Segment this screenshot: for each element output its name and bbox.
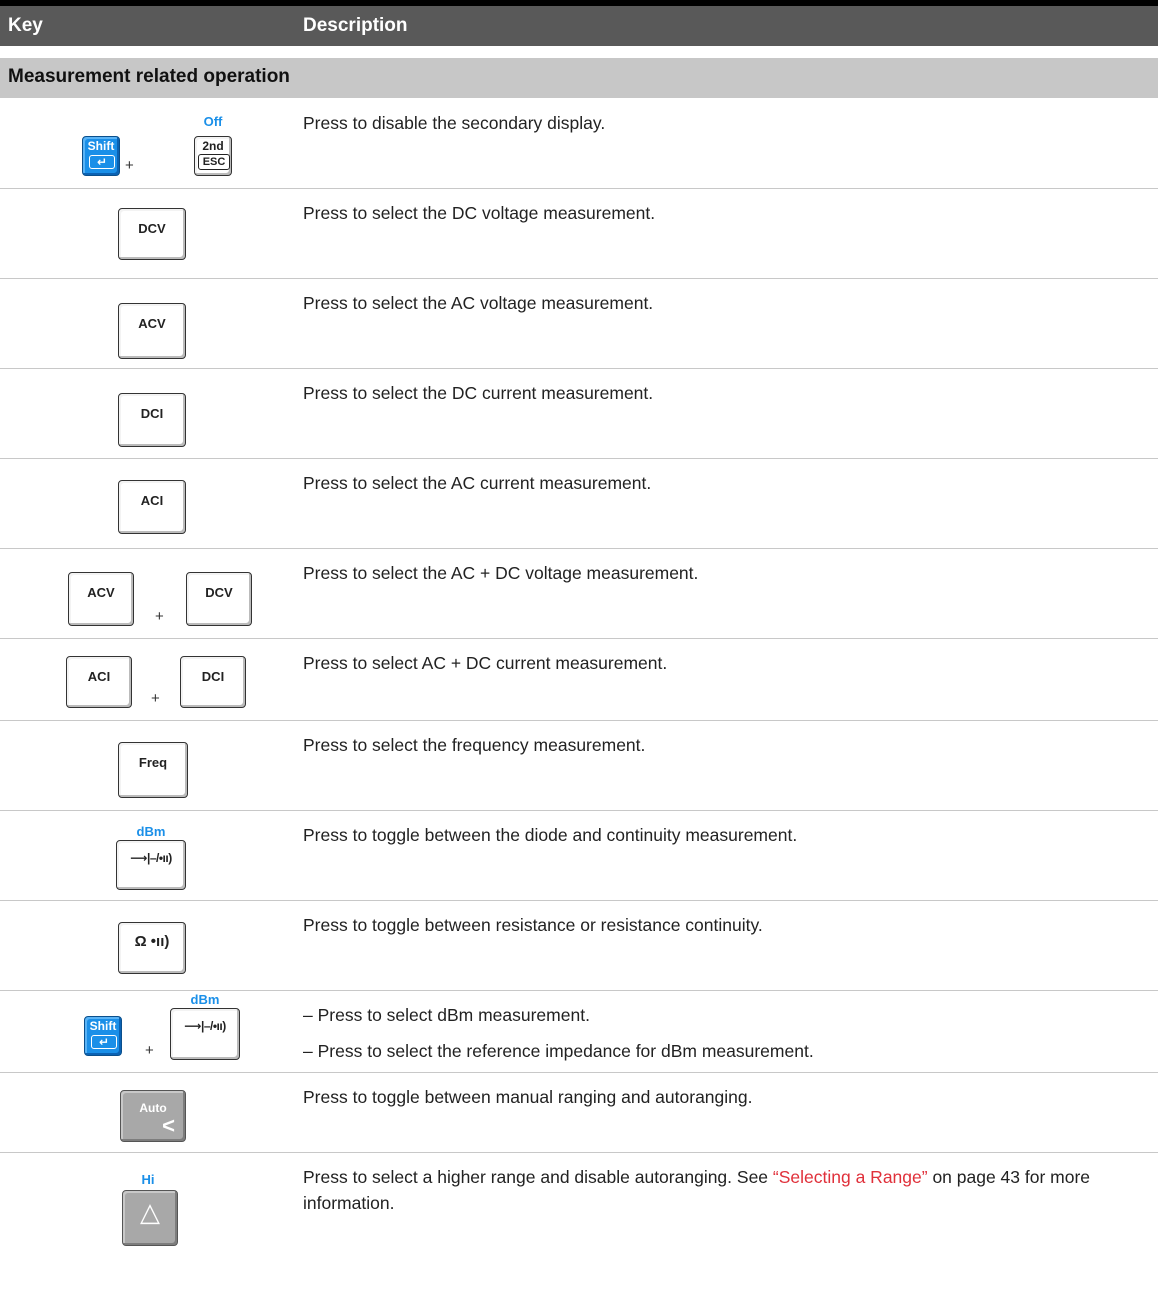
plus-sign: +	[151, 690, 160, 707]
table-header: Key Description	[0, 6, 1158, 46]
row-description: Press to select the AC voltage measureme…	[303, 293, 654, 313]
key-cell: Hi △	[0, 1152, 290, 1274]
resistance-key[interactable]: Ω •ıı)	[118, 922, 186, 974]
shift-key-label: Shift	[87, 139, 115, 153]
key-cell: ACV	[0, 278, 290, 368]
dci-key[interactable]: DCI	[118, 393, 186, 447]
row-description: Press to disable the secondary display.	[303, 113, 606, 133]
table-row: ACI Press to select the AC current measu…	[0, 458, 1158, 549]
freq-key-label: Freq	[138, 755, 168, 770]
dci-key-label: DCI	[140, 406, 164, 421]
key-cell: Auto <	[0, 1072, 290, 1152]
diode-continuity-icon: ⟶|–/•ıı)	[184, 1019, 226, 1033]
dcv-key-label: DCV	[138, 221, 166, 236]
row-description: Press to select the DC voltage measureme…	[303, 203, 656, 223]
second-key-label: 2nd	[202, 139, 224, 153]
table-row: ACI + DCI Press to select AC + DC curren…	[0, 638, 1158, 721]
acv-key[interactable]: ACV	[68, 572, 134, 626]
triangle-up-icon: △	[140, 1197, 160, 1227]
range-up-key[interactable]: △	[122, 1190, 178, 1246]
shift-key[interactable]: Shift ↵	[84, 1016, 122, 1056]
esc-key-label: ESC	[198, 154, 230, 170]
dbm-label: dBm	[136, 824, 166, 839]
key-cell: Shift ↵ + Off 2nd ESC	[0, 98, 290, 188]
key-cell: Ω •ıı)	[0, 900, 290, 990]
list-item: Press to select the reference impedance …	[303, 1038, 1143, 1064]
dbm-label: dBm	[190, 992, 220, 1007]
auto-range-key[interactable]: Auto <	[120, 1090, 186, 1142]
dci-key[interactable]: DCI	[180, 656, 246, 708]
description-column-header: Description	[303, 15, 408, 36]
hi-label: Hi	[141, 1172, 155, 1187]
ohm-continuity-icon: Ω •ıı)	[134, 933, 170, 950]
key-cell: Freq	[0, 720, 290, 810]
key-cell: Shift ↵ + dBm ⟶|–/•ıı)	[0, 990, 290, 1072]
table-row: Shift ↵ + dBm ⟶|–/•ıı) Press to select d…	[0, 990, 1158, 1073]
section-header: Measurement related operation	[0, 58, 1158, 98]
row-description: Press to toggle between manual ranging a…	[303, 1087, 753, 1107]
section-title: Measurement related operation	[8, 66, 290, 87]
diode-continuity-key[interactable]: ⟶|–/•ıı)	[116, 840, 186, 890]
list-item: Press to select dBm measurement.	[303, 1002, 1143, 1028]
row-description: Press to toggle between the diode and co…	[303, 825, 798, 845]
selecting-a-range-link[interactable]: “Selecting a Range”	[773, 1167, 928, 1187]
key-cell: DCI	[0, 368, 290, 458]
table-row: Auto < Press to toggle between manual ra…	[0, 1072, 1158, 1153]
table-row: Shift ↵ + Off 2nd ESC Press to disable t…	[0, 98, 1158, 189]
acv-key-label: ACV	[87, 585, 115, 600]
desc-text: Press to select a higher range and disab…	[303, 1167, 773, 1187]
key-cell: ACV + DCV	[0, 548, 290, 638]
shift-key-label: Shift	[89, 1019, 117, 1033]
row-description: Press to select the AC + DC voltage meas…	[303, 563, 699, 583]
aci-key[interactable]: ACI	[118, 480, 186, 534]
table-row: ACV + DCV Press to select the AC + DC vo…	[0, 548, 1158, 639]
second-esc-key[interactable]: 2nd ESC	[194, 136, 232, 176]
aci-key-label: ACI	[87, 669, 111, 684]
row-description: Press to select a higher range and disab…	[303, 1164, 1143, 1216]
table-row: DCI Press to select the DC current measu…	[0, 368, 1158, 459]
left-arrow-icon: <	[162, 1113, 175, 1138]
row-description: Press to select AC + DC current measurem…	[303, 653, 668, 673]
dcv-key[interactable]: DCV	[186, 572, 252, 626]
enter-icon: ↵	[89, 155, 115, 169]
table-row: Ω •ıı) Press to toggle between resistanc…	[0, 900, 1158, 991]
plus-sign: +	[125, 157, 134, 174]
key-cell: DCV	[0, 188, 290, 278]
key-cell: dBm ⟶|–/•ıı)	[0, 810, 290, 900]
plus-sign: +	[145, 1042, 154, 1059]
enter-icon: ↵	[91, 1035, 117, 1049]
row-description: Press to toggle between resistance or re…	[303, 915, 763, 935]
shift-key[interactable]: Shift ↵	[82, 136, 120, 176]
plus-sign: +	[155, 608, 164, 625]
row-description: Press to select the DC current measureme…	[303, 383, 654, 403]
key-cell: ACI + DCI	[0, 638, 290, 720]
row-description: Press to select the frequency measuremen…	[303, 735, 646, 755]
off-label: Off	[203, 114, 223, 129]
dci-key-label: DCI	[201, 669, 225, 684]
dcv-key[interactable]: DCV	[118, 208, 186, 260]
diode-continuity-key[interactable]: ⟶|–/•ıı)	[170, 1008, 240, 1060]
auto-key-label: Auto	[139, 1101, 167, 1115]
key-column-header: Key	[8, 15, 43, 36]
table-row: Freq Press to select the frequency measu…	[0, 720, 1158, 811]
table-row: Hi △ Press to select a higher range and …	[0, 1152, 1158, 1274]
aci-key[interactable]: ACI	[66, 656, 132, 708]
row-description: Press to select dBm measurement. Press t…	[303, 1002, 1143, 1074]
freq-key[interactable]: Freq	[118, 742, 188, 798]
diode-continuity-icon: ⟶|–/•ıı)	[130, 851, 172, 865]
table-row: dBm ⟶|–/•ıı) Press to toggle between the…	[0, 810, 1158, 901]
acv-key[interactable]: ACV	[118, 303, 186, 359]
acv-key-label: ACV	[138, 316, 166, 331]
aci-key-label: ACI	[140, 493, 164, 508]
dcv-key-label: DCV	[205, 585, 233, 600]
table-row: ACV Press to select the AC voltage measu…	[0, 278, 1158, 369]
row-description: Press to select the AC current measureme…	[303, 473, 652, 493]
description-list: Press to select dBm measurement. Press t…	[303, 1002, 1143, 1064]
table-row: DCV Press to select the DC voltage measu…	[0, 188, 1158, 279]
key-cell: ACI	[0, 458, 290, 548]
